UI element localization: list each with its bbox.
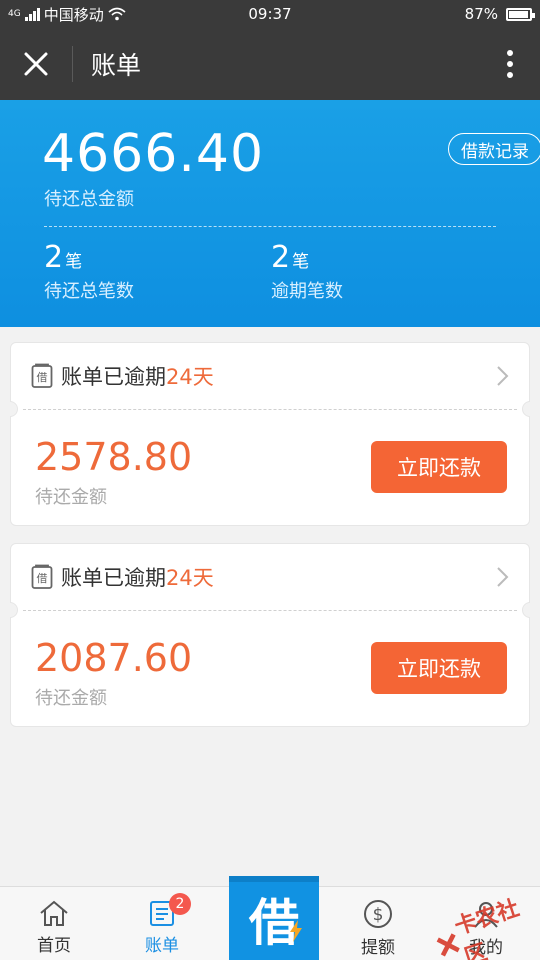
total-amount-label: 待还总金额 (44, 189, 134, 210)
status-bar: 4G 中国移动 09:37 87% (0, 0, 540, 28)
overdue-days: 24天 (166, 365, 214, 389)
svg-text:$: $ (373, 905, 384, 925)
borrow-label: 借 (249, 894, 299, 952)
battery-icon (506, 7, 535, 21)
bill-amount-label: 待还金额 (35, 487, 107, 508)
chevron-right-icon[interactable] (495, 365, 509, 387)
stat-total-count: 2笔 待还总笔数 (44, 240, 134, 303)
bill-status-prefix: 账单已逾期 (61, 365, 166, 389)
close-button[interactable] (0, 28, 72, 100)
bill-amount-label: 待还金额 (35, 688, 107, 709)
bill-header[interactable]: 借 账单已逾期24天 (11, 544, 529, 610)
bill-divider (23, 610, 517, 611)
status-time: 09:37 (248, 5, 292, 23)
chevron-right-icon[interactable] (495, 566, 509, 588)
summary-divider (44, 226, 496, 227)
repay-now-button[interactable]: 立即还款 (371, 642, 507, 694)
nav-bar: 账单 (0, 28, 540, 100)
stat-unit: 笔 (65, 252, 83, 272)
network-tag: 4G (8, 9, 21, 19)
dollar-circle-icon: $ (364, 900, 392, 928)
tab-home[interactable]: 首页 (9, 887, 99, 960)
stat-label: 逾期笔数 (271, 281, 343, 302)
borrow-button[interactable]: 借 (229, 876, 319, 960)
repay-now-button[interactable]: 立即还款 (371, 441, 507, 493)
stat-label: 待还总笔数 (44, 281, 134, 302)
signal-icon (24, 7, 40, 21)
bill-card[interactable]: 借 账单已逾期24天 2087.60 待还金额 立即还款 (10, 543, 530, 727)
repayment-summary: 4666.40 待还总金额 借款记录 2笔 待还总笔数 2笔 逾期笔数 (0, 100, 540, 327)
stat-number: 2 (44, 240, 64, 275)
bill-amount: 2578.80 (35, 435, 193, 479)
notification-badge: 2 (169, 893, 191, 915)
page-title: 账单 (91, 51, 142, 80)
ticket-notch (10, 401, 18, 417)
svg-text:借: 借 (37, 572, 48, 585)
tab-bills[interactable]: 账单 2 (117, 887, 207, 960)
stat-overdue-count: 2笔 逾期笔数 (271, 240, 343, 303)
overdue-days: 24天 (166, 566, 214, 590)
home-icon (40, 900, 68, 926)
ticket-notch (522, 602, 530, 618)
tab-raise-limit[interactable]: $ 提额 (333, 887, 423, 960)
bill-status-prefix: 账单已逾期 (61, 566, 166, 590)
bill-divider (23, 409, 517, 410)
close-icon (24, 52, 48, 76)
bill-header[interactable]: 借 账单已逾期24天 (11, 343, 529, 409)
battery-percent: 87% (464, 5, 498, 23)
wifi-icon (108, 7, 126, 21)
loan-records-button[interactable]: 借款记录 (448, 133, 540, 165)
tab-label: 首页 (37, 936, 71, 956)
svg-text:借: 借 (37, 371, 48, 384)
carrier-name: 中国移动 (43, 5, 104, 24)
ticket-notch (522, 401, 530, 417)
total-amount: 4666.40 (42, 124, 265, 184)
stat-unit: 笔 (292, 252, 310, 272)
more-vertical-icon (507, 50, 513, 78)
bill-status: 账单已逾期24天 (61, 562, 214, 592)
bill-amount: 2087.60 (35, 636, 193, 680)
bill-doc-icon: 借 (31, 363, 53, 388)
stat-number: 2 (271, 240, 291, 275)
lightning-icon (290, 920, 302, 942)
tab-label: 提额 (361, 938, 395, 958)
nav-divider (72, 46, 73, 82)
bill-status: 账单已逾期24天 (61, 361, 214, 391)
bill-doc-icon: 借 (31, 564, 53, 589)
bill-card[interactable]: 借 账单已逾期24天 2578.80 待还金额 立即还款 (10, 342, 530, 526)
tab-label: 账单 (145, 936, 179, 956)
ticket-notch (10, 602, 18, 618)
more-menu-button[interactable] (480, 28, 540, 100)
